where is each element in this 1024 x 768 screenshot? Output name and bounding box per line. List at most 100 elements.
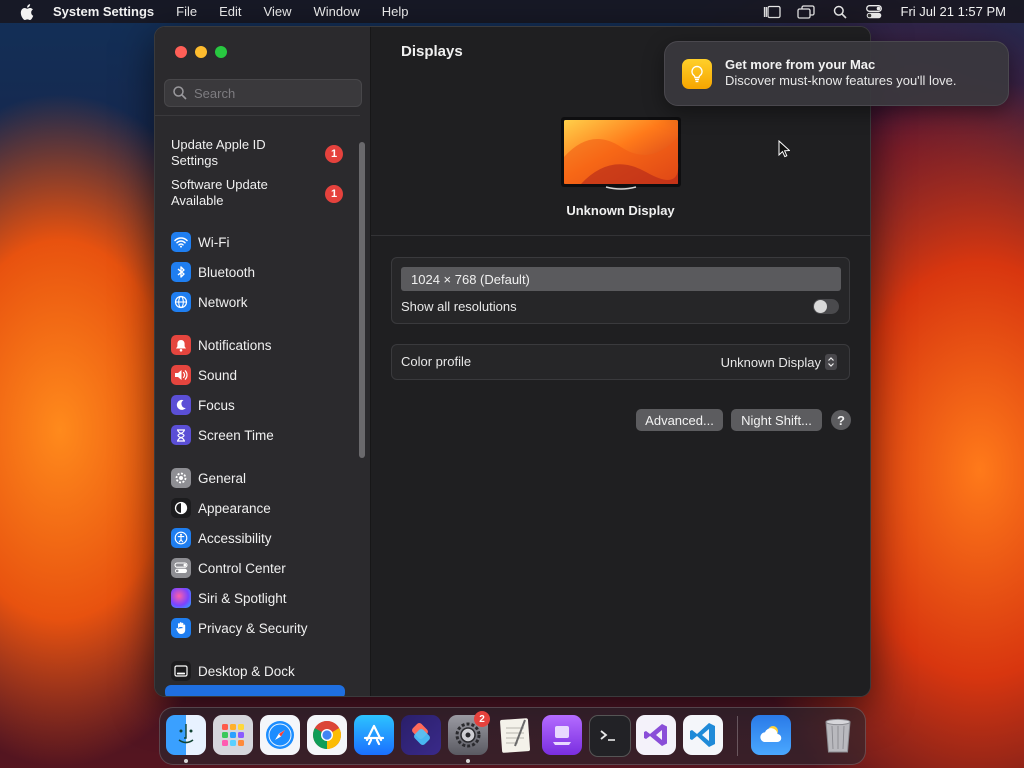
launchpad-icon[interactable] — [213, 715, 253, 755]
sidebar-item-siri-spotlight[interactable]: Siri & Spotlight — [171, 586, 287, 610]
sidebar-item-desktop-dock[interactable]: Desktop & Dock — [171, 659, 295, 683]
system-settings-badge: 2 — [474, 711, 490, 727]
menu-window[interactable]: Window — [313, 4, 359, 19]
notification-banner[interactable]: Get more from your Mac Discover must-kno… — [664, 41, 1009, 106]
finder-icon[interactable] — [166, 715, 206, 755]
system-settings-window: Update Apple ID Settings 1 Software Upda… — [154, 26, 871, 697]
appearance-icon — [171, 498, 191, 518]
chrome-icon[interactable] — [307, 715, 347, 755]
display-name: Unknown Display — [566, 203, 675, 218]
podcasts-icon[interactable] — [542, 715, 582, 755]
lightbulb-icon — [682, 59, 712, 89]
menu-bar: System Settings File Edit View Window He… — [0, 0, 1024, 23]
dock-separator — [737, 716, 738, 756]
sidebar-item-sound[interactable]: Sound — [171, 363, 237, 387]
sidebar-item-wifi[interactable]: Wi-Fi — [171, 230, 229, 254]
sidebar-item-label: Control Center — [198, 560, 286, 576]
stage-manager-icon[interactable] — [763, 4, 781, 20]
advanced-button[interactable]: Advanced... — [636, 409, 723, 431]
sidebar-item-screen-time[interactable]: Screen Time — [171, 423, 274, 447]
minimize-window-button[interactable] — [195, 46, 207, 58]
color-profile-value: Unknown Display — [720, 354, 821, 370]
menu-file[interactable]: File — [176, 4, 197, 19]
sidebar-item-accessibility[interactable]: Accessibility — [171, 526, 272, 550]
page-title: Displays — [401, 43, 463, 60]
sidebar-item-network[interactable]: Network — [171, 290, 248, 314]
accessibility-icon — [171, 528, 191, 548]
siri-icon — [171, 588, 191, 608]
zoom-window-button[interactable] — [215, 46, 227, 58]
sidebar-alert-apple-id[interactable]: Update Apple ID Settings 1 — [171, 137, 360, 169]
app-store-icon[interactable] — [354, 715, 394, 755]
sound-icon — [171, 365, 191, 385]
sidebar-list: Update Apple ID Settings 1 Software Upda… — [155, 115, 360, 696]
apple-icon[interactable] — [17, 2, 37, 22]
sidebar-divider — [155, 115, 360, 116]
color-profile-select[interactable]: Unknown Display — [721, 354, 837, 370]
sidebar-item-appearance[interactable]: Appearance — [171, 496, 271, 520]
safari-icon[interactable] — [260, 715, 300, 755]
color-profile-card: Color profile Unknown Display — [391, 344, 850, 380]
resolution-card: 1024 × 768 (Default) Show all resolution… — [391, 257, 850, 324]
sidebar-search[interactable] — [164, 79, 362, 107]
alert-badge: 1 — [325, 145, 343, 163]
menu-edit[interactable]: Edit — [219, 4, 241, 19]
sidebar-item-label: Screen Time — [198, 427, 274, 443]
spotlight-search-icon[interactable] — [831, 4, 849, 20]
general-icon — [171, 468, 191, 488]
wifi-icon — [171, 232, 191, 252]
weather-icon[interactable] — [751, 715, 791, 755]
sidebar-item-label: Desktop & Dock — [198, 663, 295, 679]
textedit-icon[interactable] — [495, 715, 535, 755]
resolution-option-selected[interactable]: 1024 × 768 (Default) — [401, 267, 841, 291]
sidebar-item-bluetooth[interactable]: Bluetooth — [171, 260, 255, 284]
section-divider — [371, 235, 870, 236]
sidebar-selected-item-displays[interactable] — [165, 685, 345, 696]
chevron-up-down-icon — [825, 354, 837, 370]
dock: 2 — [159, 707, 866, 765]
settings-running-indicator — [466, 759, 470, 763]
vscode-icon[interactable] — [683, 715, 723, 755]
toggle-knob — [814, 300, 827, 313]
screen-mirroring-icon[interactable] — [796, 4, 815, 20]
color-profile-label: Color profile — [401, 354, 472, 369]
sidebar-item-label: Appearance — [198, 500, 271, 516]
menu-view[interactable]: View — [264, 4, 292, 19]
display-preview[interactable] — [561, 117, 681, 193]
menubar-clock[interactable]: Fri Jul 21 1:57 PM — [901, 4, 1007, 19]
search-input[interactable] — [194, 85, 344, 101]
help-button[interactable]: ? — [831, 410, 851, 430]
screen-time-icon — [171, 425, 191, 445]
notifications-icon — [171, 335, 191, 355]
bluetooth-icon — [171, 262, 191, 282]
sidebar-item-label: Accessibility — [198, 530, 272, 546]
finder-running-indicator — [184, 759, 188, 763]
sidebar-scrollbar[interactable] — [359, 142, 365, 458]
shortcuts-icon[interactable] — [401, 715, 441, 755]
mouse-cursor-icon — [778, 140, 790, 158]
control-center-icon[interactable] — [865, 4, 883, 20]
sidebar-item-label: Bluetooth — [198, 264, 256, 280]
visual-studio-icon[interactable] — [636, 715, 676, 755]
focus-icon — [171, 395, 191, 415]
displays-pane: Displays Unknown Display 1024 × 768 (Def… — [371, 27, 870, 696]
night-shift-button[interactable]: Night Shift... — [731, 409, 822, 431]
close-window-button[interactable] — [175, 46, 187, 58]
sidebar-item-label: Sound — [198, 367, 238, 383]
menu-help[interactable]: Help — [382, 4, 409, 19]
sidebar-item-label: Focus — [198, 397, 235, 413]
sidebar-item-general[interactable]: General — [171, 466, 246, 490]
sidebar-alert-software-update[interactable]: Software Update Available 1 — [171, 177, 360, 209]
search-icon — [173, 86, 187, 100]
sidebar-item-label: Siri & Spotlight — [198, 590, 287, 606]
terminal-icon[interactable] — [589, 715, 631, 757]
sidebar-item-focus[interactable]: Focus — [171, 393, 235, 417]
sidebar-item-control-center[interactable]: Control Center — [171, 556, 286, 580]
display-thumbnail-icon — [561, 117, 681, 190]
show-all-resolutions-toggle[interactable] — [813, 299, 839, 314]
sidebar-item-label: Wi-Fi — [198, 234, 230, 250]
sidebar-item-notifications[interactable]: Notifications — [171, 333, 272, 357]
sidebar-item-privacy-security[interactable]: Privacy & Security — [171, 616, 308, 640]
menu-app-name[interactable]: System Settings — [53, 4, 154, 19]
trash-icon[interactable] — [818, 715, 858, 755]
